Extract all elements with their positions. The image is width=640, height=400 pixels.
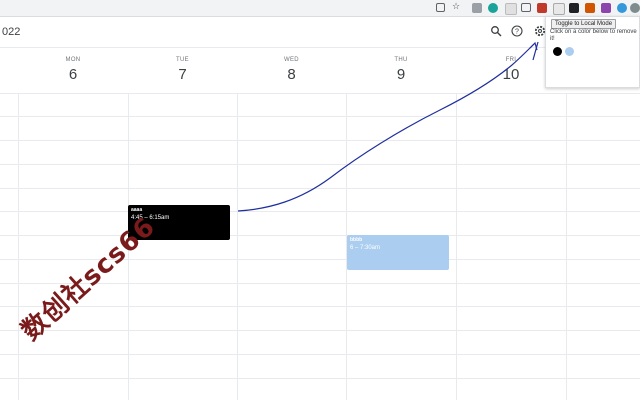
color-swatch[interactable] [553,47,562,56]
popup-hint-text: Click on a color below to remove it! [550,29,637,42]
toggle-local-mode-button[interactable]: Toggle to Local Mode [551,19,617,29]
color-swatch[interactable] [565,47,574,56]
pen-annotation [237,41,539,212]
extension-popup: Toggle to Local Mode Click on a color be… [545,16,640,88]
